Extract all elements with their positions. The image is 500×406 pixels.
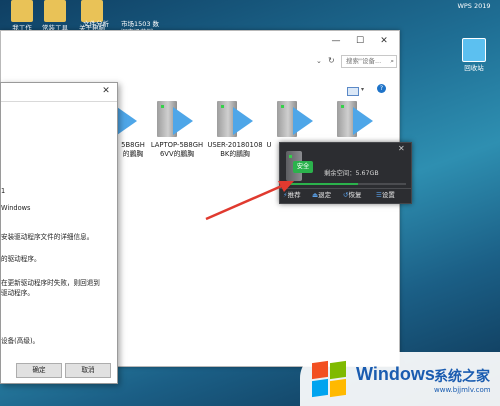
watermark-site-url: www.bjjmlv.com bbox=[434, 386, 491, 394]
computer-icon bbox=[462, 38, 486, 62]
search-input[interactable]: 搜索"设备... ⌕ bbox=[341, 55, 397, 68]
network-drive[interactable] bbox=[211, 101, 259, 139]
close-button[interactable]: ✕ bbox=[99, 85, 113, 97]
network-drive[interactable] bbox=[331, 101, 379, 139]
tab-restore[interactable]: ↺恢复 bbox=[343, 189, 361, 202]
chevron-down-icon[interactable]: ⌄ bbox=[316, 57, 322, 65]
update-driver-description: 的驱动程序。 bbox=[1, 255, 41, 263]
view-options-icon[interactable] bbox=[347, 87, 359, 96]
tab-settings[interactable]: ☰设置 bbox=[376, 189, 395, 202]
tab-eject[interactable]: ⏏退定 bbox=[312, 189, 331, 202]
help-icon[interactable]: ? bbox=[377, 84, 386, 93]
search-icon: ⌕ bbox=[390, 57, 394, 65]
desktop-icon-label: WPS 2019 bbox=[457, 2, 491, 10]
driver-details-description: 安装驱动程序文件的详细信息。 bbox=[1, 233, 94, 241]
drive-label: U bbox=[266, 141, 272, 149]
chevron-down-icon[interactable]: ▾ bbox=[361, 86, 364, 93]
close-icon[interactable]: ✕ bbox=[398, 144, 405, 153]
free-space-text: 剩余空间：5.67GB bbox=[324, 170, 379, 177]
maximize-button[interactable]: ☐ bbox=[353, 35, 367, 47]
network-drive[interactable] bbox=[151, 101, 199, 139]
arrow-icon bbox=[233, 107, 253, 135]
driver-version-value: 1 bbox=[1, 187, 6, 195]
folder-icon bbox=[11, 0, 33, 22]
arrow-icon bbox=[353, 107, 373, 135]
cancel-button[interactable]: 取消 bbox=[65, 363, 111, 378]
watermark-brand: Windows bbox=[356, 364, 435, 384]
desktop-icon-label: 回收站 bbox=[464, 64, 484, 72]
arrow-icon bbox=[293, 107, 313, 135]
dialog-header-divider bbox=[1, 101, 117, 102]
windows-logo-icon bbox=[312, 360, 348, 398]
digital-signer-value: Windows bbox=[1, 204, 31, 212]
safe-badge: 安全 bbox=[293, 161, 313, 173]
close-button[interactable]: ✕ bbox=[377, 35, 391, 47]
arrow-icon bbox=[117, 107, 137, 135]
uninstall-description: 设备(高级)。 bbox=[1, 337, 40, 345]
rollback-description-1: 在更新驱动程序时失败，则回退到 bbox=[1, 279, 100, 287]
arrow-icon bbox=[173, 107, 193, 135]
desktop-icon-recycle[interactable]: 回收站 bbox=[452, 38, 496, 72]
watermark-site-name: 系统之家 bbox=[434, 369, 490, 385]
desktop-icon-wps[interactable]: WPS 2019 bbox=[452, 2, 496, 10]
annotation-arrow bbox=[205, 181, 294, 221]
properties-dialog: ✕ 1 Windows 安装驱动程序文件的详细信息。 的驱动程序。 在更新驱动程… bbox=[0, 82, 118, 384]
refresh-icon[interactable]: ↻ bbox=[328, 56, 335, 65]
folder-icon bbox=[44, 0, 66, 22]
watermark: Windows 系统之家 www.bjjmlv.com bbox=[300, 352, 500, 406]
network-drive[interactable] bbox=[271, 101, 319, 139]
rollback-description-2: 驱动程序。 bbox=[1, 289, 34, 297]
minimize-button[interactable]: — bbox=[329, 35, 343, 47]
ok-button[interactable]: 确定 bbox=[16, 363, 62, 378]
